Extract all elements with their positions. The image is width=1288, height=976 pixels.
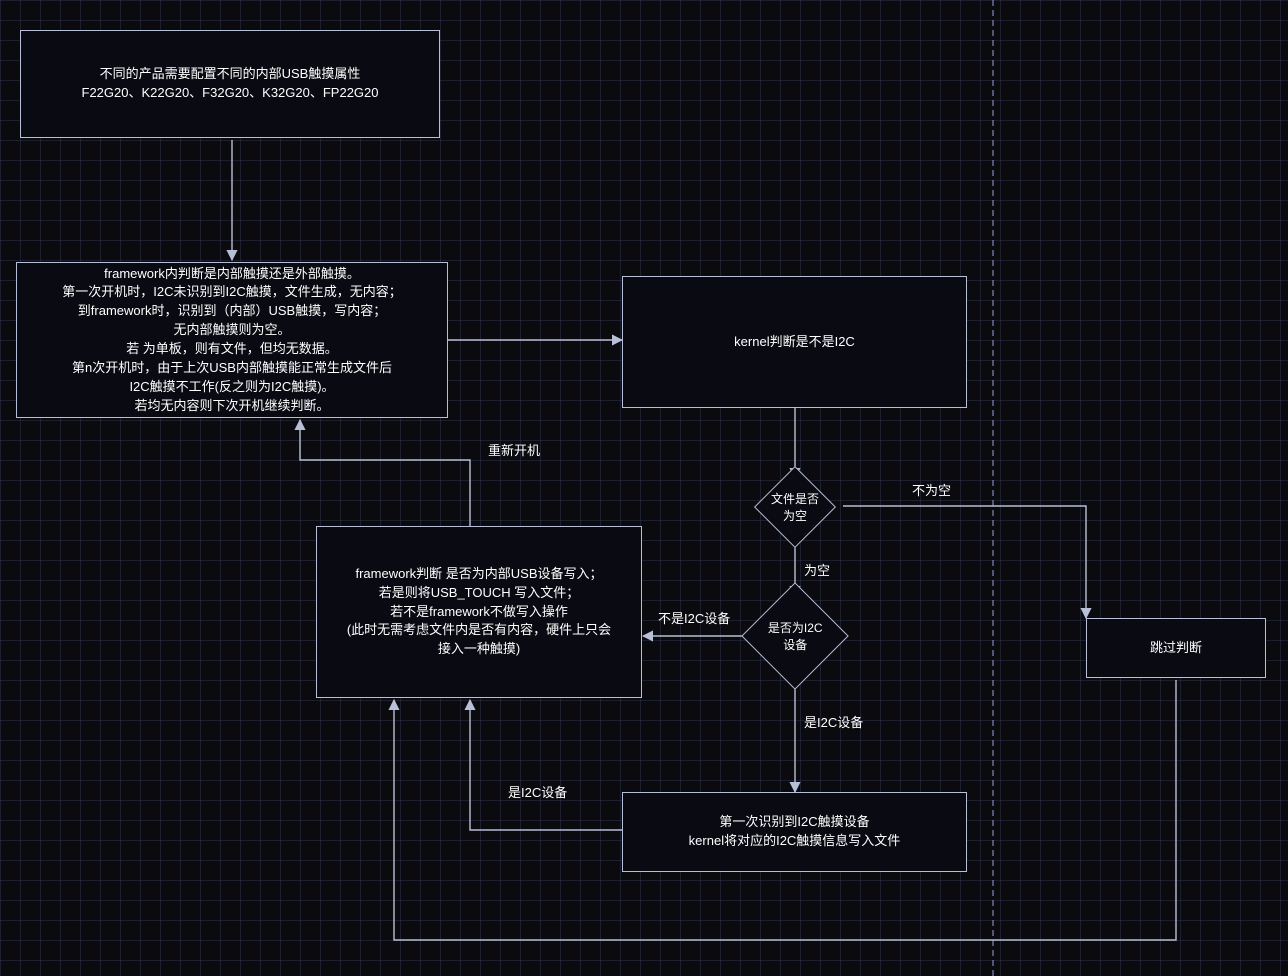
decision-text: 是否为I2C 设备 <box>768 619 823 653</box>
edge-label-reboot: 重新开机 <box>488 440 540 459</box>
node-text: framework判断 是否为内部USB设备写入； 若是则将USB_TOUCH … <box>347 565 611 659</box>
node-text: 不同的产品需要配置不同的内部USB触摸属性 F22G20、K22G20、F32G… <box>82 65 379 103</box>
edge-label-is-i2c-decision: 是I2C设备 <box>804 712 863 731</box>
node-text: 跳过判断 <box>1150 639 1202 658</box>
node-product-usb-config[interactable]: 不同的产品需要配置不同的内部USB触摸属性 F22G20、K22G20、F32G… <box>20 30 440 138</box>
edge-label-not-i2c: 不是I2C设备 <box>658 608 730 627</box>
node-kernel-i2c-check[interactable]: kernel判断是不是I2C <box>622 276 967 408</box>
node-framework-usb-write[interactable]: framework判断 是否为内部USB设备写入； 若是则将USB_TOUCH … <box>316 526 642 698</box>
node-kernel-first-i2c-write[interactable]: 第一次识别到I2C触摸设备 kernel将对应的I2C触摸信息写入文件 <box>622 792 967 872</box>
node-text: framework内判断是内部触摸还是外部触摸。 第一次开机时，I2C未识别到I… <box>62 265 401 416</box>
edge-label-empty: 为空 <box>804 560 830 579</box>
page-divider <box>992 0 994 976</box>
node-skip-judgement[interactable]: 跳过判断 <box>1086 618 1266 678</box>
edge-label-is-i2c-kernel: 是I2C设备 <box>508 782 567 801</box>
edge-label-not-empty: 不为空 <box>912 480 951 499</box>
node-text: kernel判断是不是I2C <box>734 333 855 352</box>
node-framework-detect[interactable]: framework内判断是内部触摸还是外部触摸。 第一次开机时，I2C未识别到I… <box>16 262 448 418</box>
node-text: 第一次识别到I2C触摸设备 kernel将对应的I2C触摸信息写入文件 <box>689 813 901 851</box>
decision-text: 文件是否为空 <box>767 490 823 524</box>
